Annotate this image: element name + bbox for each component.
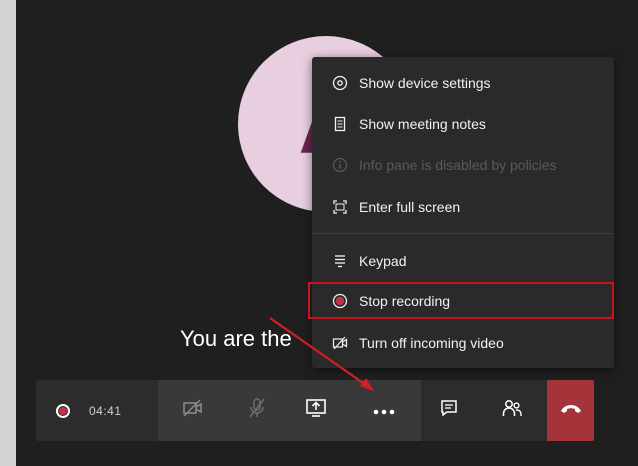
menu-item-keypad[interactable]: Keypad: [312, 241, 614, 281]
chat-icon: [439, 398, 459, 423]
participants-icon: [501, 397, 523, 424]
fullscreen-icon: [330, 197, 350, 217]
camera-toggle-button[interactable]: [158, 380, 228, 441]
notes-icon: [330, 114, 350, 134]
share-screen-button[interactable]: [286, 380, 346, 441]
menu-item-label: Show meeting notes: [359, 116, 486, 132]
recording-icon: [56, 403, 70, 418]
gear-icon: [330, 73, 350, 93]
menu-divider: [312, 233, 614, 234]
menu-item-meeting-notes[interactable]: Show meeting notes: [312, 104, 614, 144]
recording-indicator: 04:41: [36, 380, 158, 441]
more-options-menu: Show device settings Show meeting notes …: [308, 57, 614, 368]
menu-item-device-settings[interactable]: Show device settings: [312, 63, 614, 103]
call-controls-toolbar: 04:41: [36, 380, 594, 441]
video-off-icon: [330, 333, 350, 353]
record-stop-icon: [330, 291, 350, 311]
hang-up-button[interactable]: [547, 380, 594, 441]
chat-button[interactable]: [421, 380, 476, 441]
mic-off-icon: [247, 397, 267, 424]
more-options-icon: [373, 402, 395, 420]
camera-off-icon: [182, 399, 204, 422]
call-timer: 04:41: [89, 403, 122, 418]
menu-item-label: Show device settings: [359, 75, 491, 91]
mic-toggle-button[interactable]: [228, 380, 286, 441]
menu-item-incoming-video[interactable]: Turn off incoming video: [312, 323, 614, 363]
menu-item-label: Stop recording: [359, 292, 451, 309]
menu-item-label: Enter full screen: [359, 199, 461, 215]
more-options-button[interactable]: [346, 380, 421, 441]
share-screen-icon: [305, 398, 327, 423]
info-icon: [330, 155, 350, 175]
menu-item-label: Turn off incoming video: [359, 335, 504, 351]
menu-item-label: Info pane is disabled by policies: [359, 157, 557, 173]
hang-up-icon: [559, 402, 583, 420]
menu-item-full-screen[interactable]: Enter full screen: [312, 187, 614, 227]
menu-item-stop-recording[interactable]: Stop recording: [308, 282, 614, 319]
participants-button[interactable]: [476, 380, 547, 441]
keypad-icon: [330, 251, 350, 271]
status-text: You are the: [180, 326, 292, 351]
menu-item-info-pane: Info pane is disabled by policies: [312, 145, 614, 185]
menu-item-label: Keypad: [359, 253, 407, 269]
